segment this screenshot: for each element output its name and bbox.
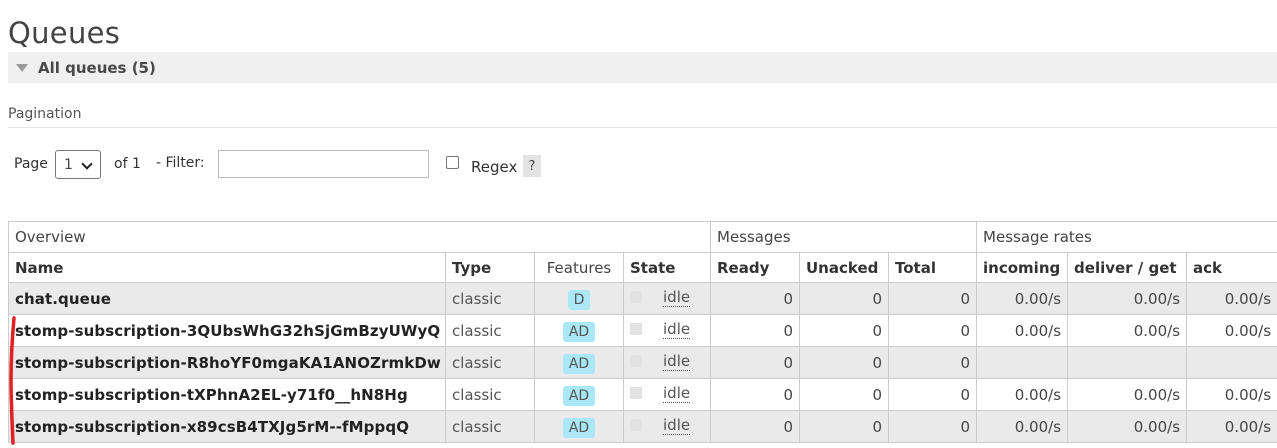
ack-rate: 0.00/s — [1186, 378, 1277, 411]
feature-badge[interactable]: D — [567, 290, 591, 310]
ready-count: 0 — [710, 314, 800, 347]
column-header-deliver-get[interactable]: deliver / get — [1067, 252, 1188, 283]
state-text[interactable]: idle — [663, 289, 691, 307]
regex-label: Regex — [471, 158, 518, 176]
state-text[interactable]: idle — [663, 321, 691, 339]
section-title: All queues (5) — [38, 58, 156, 77]
column-header-type[interactable]: Type — [445, 252, 535, 283]
pagination-heading: Pagination — [8, 106, 82, 122]
unacked-count: 0 — [799, 378, 889, 411]
deliver-get-rate — [1067, 346, 1188, 379]
ack-rate: 0.00/s — [1186, 314, 1277, 347]
state-indicator-icon — [630, 355, 642, 367]
collapse-triangle-icon — [16, 63, 28, 72]
ready-count: 0 — [710, 410, 800, 443]
deliver-get-rate: 0.00/s — [1067, 282, 1188, 315]
filter-label: - Filter: — [156, 155, 205, 171]
queue-type: classic — [445, 378, 535, 411]
incoming-rate: 0.00/s — [976, 410, 1069, 443]
queue-name-link[interactable]: stomp-subscription-3QUbsWhG32hSjGmBzyUWy… — [8, 314, 446, 347]
state-indicator-icon — [630, 291, 642, 303]
page-count-label: of 1 — [114, 156, 141, 172]
deliver-get-rate: 0.00/s — [1067, 378, 1188, 411]
feature-badge[interactable]: AD — [562, 418, 596, 438]
ack-rate: 0.00/s — [1186, 410, 1277, 443]
feature-badge[interactable]: AD — [562, 386, 596, 406]
group-header-messages: Messages — [709, 221, 978, 253]
total-count: 0 — [887, 378, 978, 411]
group-header-message-rates: Message rates — [976, 221, 1277, 253]
table-row: stomp-subscription-tXPhnA2EL-y71f0__hN8H… — [8, 378, 1277, 411]
page-select[interactable]: 1 — [55, 150, 101, 179]
all-queues-section-toggle[interactable]: All queues (5) — [8, 52, 1277, 83]
incoming-rate: 0.00/s — [976, 282, 1069, 315]
feature-badge[interactable]: AD — [562, 322, 596, 342]
total-count: 0 — [887, 314, 978, 347]
state-indicator-icon — [630, 387, 642, 399]
unacked-count: 0 — [799, 346, 889, 379]
total-count: 0 — [887, 346, 978, 379]
state-text[interactable]: idle — [663, 417, 691, 435]
queue-name-link[interactable]: stomp-subscription-tXPhnA2EL-y71f0__hN8H… — [8, 378, 446, 411]
column-header-ack[interactable]: ack — [1186, 252, 1277, 283]
queue-name-link[interactable]: chat.queue — [8, 282, 446, 315]
queue-name-link[interactable]: stomp-subscription-x89csB4TXJg5rM--fMppq… — [8, 410, 446, 443]
unacked-count: 0 — [799, 410, 889, 443]
total-count: 0 — [887, 410, 978, 443]
queue-type: classic — [445, 314, 535, 347]
incoming-rate — [976, 346, 1069, 379]
regex-help-button[interactable]: ? — [523, 155, 541, 177]
incoming-rate: 0.00/s — [976, 378, 1069, 411]
state-indicator-icon — [630, 323, 642, 335]
ack-rate: 0.00/s — [1186, 282, 1277, 315]
queues-table: Overview Messages Message rates Name Typ… — [8, 221, 1277, 443]
column-header-total[interactable]: Total — [887, 252, 978, 283]
incoming-rate: 0.00/s — [976, 314, 1069, 347]
deliver-get-rate: 0.00/s — [1067, 314, 1188, 347]
table-row: stomp-subscription-R8hoYF0mgaKA1ANOZrmkD… — [8, 346, 1277, 379]
state-text[interactable]: idle — [663, 385, 691, 403]
queue-type: classic — [445, 346, 535, 379]
table-row: chat.queue classic D idle 0 0 0 0.00/s 0… — [8, 282, 1277, 315]
filter-input[interactable] — [218, 150, 429, 178]
page-title: Queues — [8, 16, 121, 50]
chevron-down-icon — [81, 158, 93, 170]
state-text[interactable]: idle — [663, 353, 691, 371]
column-header-ready[interactable]: Ready — [710, 252, 800, 283]
queue-type: classic — [445, 282, 535, 315]
queue-name-link[interactable]: stomp-subscription-R8hoYF0mgaKA1ANOZrmkD… — [8, 346, 446, 379]
deliver-get-rate: 0.00/s — [1067, 410, 1188, 443]
ready-count: 0 — [710, 378, 800, 411]
column-header-incoming[interactable]: incoming — [976, 252, 1069, 283]
state-indicator-icon — [630, 419, 642, 431]
page-select-value: 1 — [64, 156, 73, 173]
ack-rate — [1186, 346, 1277, 379]
pagination-divider — [8, 127, 1277, 128]
ready-count: 0 — [710, 346, 800, 379]
page-label: Page — [14, 156, 48, 172]
group-header-overview: Overview — [8, 221, 711, 253]
regex-checkbox[interactable] — [446, 156, 459, 169]
unacked-count: 0 — [799, 314, 889, 347]
column-header-features: Features — [534, 252, 624, 283]
column-header-name[interactable]: Name — [8, 252, 446, 283]
table-row: stomp-subscription-x89csB4TXJg5rM--fMppq… — [8, 410, 1277, 443]
unacked-count: 0 — [799, 282, 889, 315]
ready-count: 0 — [710, 282, 800, 315]
total-count: 0 — [887, 282, 978, 315]
column-header-unacked[interactable]: Unacked — [799, 252, 889, 283]
queue-type: classic — [445, 410, 535, 443]
table-row: stomp-subscription-3QUbsWhG32hSjGmBzyUWy… — [8, 314, 1277, 347]
feature-badge[interactable]: AD — [562, 354, 596, 374]
column-header-state[interactable]: State — [623, 252, 711, 283]
